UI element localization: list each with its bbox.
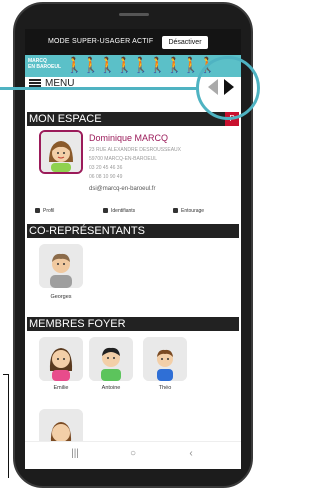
- person-card-georges[interactable]: [39, 244, 83, 288]
- hamburger-icon[interactable]: [29, 79, 41, 87]
- recent-apps-icon[interactable]: |||: [65, 448, 85, 459]
- arrow-left-icon[interactable]: [208, 79, 218, 95]
- profile-tabs: Profil Identifiants Entourage: [29, 206, 237, 216]
- people-figures-decoration: 🚶🚶🚶🚶🚶🚶🚶🚶🚶: [65, 57, 217, 74]
- tab-profil[interactable]: Profil: [35, 206, 54, 216]
- boy-avatar-icon: [89, 337, 133, 381]
- super-user-banner: MODE SUPER-USAGER ACTIF Désactiver: [25, 29, 241, 55]
- grid-icon: [173, 208, 178, 214]
- woman-avatar-icon: [41, 132, 81, 172]
- mobile-line: 06 08 10 90 49: [89, 174, 123, 180]
- side-bracket-mark: [3, 374, 9, 478]
- home-icon[interactable]: ○: [123, 448, 143, 459]
- co-representants-title: CO-REPRÉSENTANTS: [29, 225, 145, 237]
- back-icon[interactable]: ‹: [181, 448, 201, 459]
- person-name: Emilie: [53, 385, 69, 391]
- tab-entourage[interactable]: Entourage: [173, 206, 204, 216]
- profile-email: dsi@marcq-en-baroeul.fr: [89, 186, 156, 192]
- child-avatar-icon: [143, 337, 187, 381]
- address-line: 59700 MARCQ-EN-BAROEUL: [89, 156, 158, 162]
- deactivate-button[interactable]: Désactiver: [162, 36, 208, 49]
- person-name: Georges: [50, 294, 72, 300]
- callout-line: [0, 87, 199, 90]
- logo-line-2: EN BAROEUL: [28, 64, 62, 70]
- user-icon: [35, 208, 40, 214]
- mon-espace-header: MON ESPACE P: [27, 112, 239, 126]
- membres-foyer-header: MEMBRES FOYER: [27, 317, 239, 331]
- person-card-theo[interactable]: [143, 337, 187, 381]
- person-card-emilie[interactable]: [39, 337, 83, 381]
- person-card-antoine[interactable]: [89, 337, 133, 381]
- girl-avatar-icon: [39, 337, 83, 381]
- pager-arrows: [208, 78, 242, 96]
- phone-line: 03 20 45 46 36: [89, 165, 123, 171]
- person-name: Théo: [158, 385, 172, 391]
- super-user-mode-text: MODE SUPER-USAGER ACTIF: [48, 38, 154, 45]
- person-name: Antoine: [101, 385, 121, 391]
- man-avatar-icon: [39, 244, 83, 288]
- address-line: 23 RUE ALEXANDRE DESROUSSEAUX: [89, 147, 181, 153]
- profile-name: Dominique MARCQ: [89, 133, 169, 143]
- phone-speaker: [119, 13, 149, 16]
- tab-identifiants[interactable]: Identifiants: [103, 206, 135, 216]
- tab-identifiants-label: Identifiants: [111, 208, 136, 214]
- tab-profil-label: Profil: [43, 208, 55, 214]
- tab-entourage-label: Entourage: [181, 208, 205, 214]
- arrow-right-icon[interactable]: [224, 79, 234, 95]
- membres-foyer-title: MEMBRES FOYER: [29, 318, 126, 330]
- co-representants-header: CO-REPRÉSENTANTS: [27, 224, 239, 238]
- profile-avatar[interactable]: [39, 130, 83, 174]
- mon-espace-title: MON ESPACE: [29, 113, 102, 125]
- lock-icon: [103, 208, 108, 214]
- android-nav-bar: ||| ○ ‹: [25, 441, 241, 469]
- city-logo: MARCQ EN BAROEUL: [28, 58, 61, 70]
